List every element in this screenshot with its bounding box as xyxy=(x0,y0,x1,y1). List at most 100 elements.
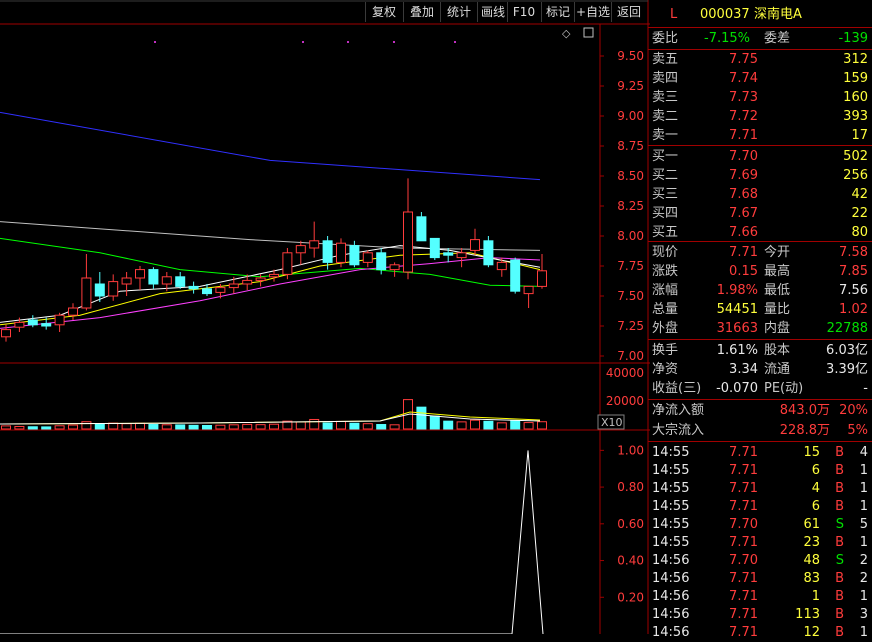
toolbar-separator xyxy=(507,2,508,22)
volume-bar xyxy=(376,424,387,430)
fundamental-value: 3.39亿 xyxy=(826,362,868,377)
volume-bar xyxy=(295,421,306,430)
fundamental-label: 流通 xyxy=(764,362,791,377)
ask-volume: 159 xyxy=(843,71,868,86)
tick-count: 1 xyxy=(859,481,868,496)
stat-value: 0.15 xyxy=(729,264,758,279)
candle-body xyxy=(282,252,293,275)
volume-bar xyxy=(68,424,78,430)
tick-row: 14:56 7.71 83 B 2 xyxy=(648,569,872,588)
bid-row: 买五 7.66 80 xyxy=(648,223,872,242)
ask-volume: 393 xyxy=(843,109,868,124)
bid-volume: 22 xyxy=(851,206,868,221)
fundamental-label: 收益(三) xyxy=(652,381,702,396)
tick-row: 14:56 7.71 1 B 1 xyxy=(648,587,872,606)
volume-bar xyxy=(161,424,172,430)
tick-time: 14:56 xyxy=(652,589,690,604)
tick-volume: 23 xyxy=(803,535,820,550)
tick-row: 14:55 7.71 6 B 1 xyxy=(648,497,872,516)
volume-bar xyxy=(389,424,400,430)
tick-price: 7.70 xyxy=(729,553,758,568)
candle-body xyxy=(27,319,38,326)
stat-value: 22788 xyxy=(826,321,868,336)
candle-body xyxy=(389,264,400,271)
toolbar-separator xyxy=(574,2,575,22)
square-icon[interactable] xyxy=(583,27,594,38)
toolbar-separator xyxy=(365,2,366,22)
volume-bar xyxy=(336,420,346,430)
candle-body xyxy=(523,285,534,295)
toolbar-button-6[interactable]: +自选 xyxy=(575,2,611,22)
flow-label: 大宗流入 xyxy=(652,423,705,438)
candle-body xyxy=(81,277,92,309)
stock-name[interactable]: 深南电A xyxy=(754,5,802,24)
ask-row: 卖四 7.74 159 xyxy=(648,69,872,88)
tick-time: 14:56 xyxy=(652,625,690,640)
volume-axis-label: 20000 xyxy=(606,394,644,408)
candle-body xyxy=(255,277,266,281)
volume-bar xyxy=(27,426,38,430)
kline-chart-area[interactable]: ◇ 9.50 9.25 9.00 8.75 8.50 8.25 8.00 7.75 7.50 7.2… xyxy=(0,0,650,634)
toolbar-separator xyxy=(541,2,542,22)
volume-bar xyxy=(523,422,534,430)
tick-price: 7.71 xyxy=(729,589,758,604)
candle-body xyxy=(215,287,226,293)
stat-label: 涨幅 xyxy=(652,283,679,298)
candle-body xyxy=(54,314,65,326)
toolbar-button-5[interactable]: 标记 xyxy=(542,2,574,22)
candle-body xyxy=(14,321,25,328)
tick-row: 14:55 7.71 15 B 4 xyxy=(648,443,872,462)
indicator-axis-label: 0.60 xyxy=(617,517,644,531)
tick-side: B xyxy=(835,481,844,496)
stock-code[interactable]: 000037 xyxy=(700,5,750,24)
tick-side: S xyxy=(835,517,844,532)
price-axis-label: 7.75 xyxy=(617,259,644,273)
flow-value: 843.0万 xyxy=(779,403,830,418)
tick-row: 14:55 7.71 23 B 1 xyxy=(648,533,872,552)
toolbar-button-7[interactable]: 返回 xyxy=(612,2,646,22)
flow-value: 228.8万 xyxy=(779,423,830,438)
bid-volume: 502 xyxy=(843,149,868,164)
marker-dot xyxy=(454,41,456,43)
ask-label: 卖三 xyxy=(652,90,679,105)
tick-volume: 1 xyxy=(811,589,820,604)
toolbar-button-2[interactable]: 统计 xyxy=(441,2,477,22)
tick-side: B xyxy=(835,535,844,550)
toolbar-button-4[interactable]: F10 xyxy=(508,2,540,22)
candle-body xyxy=(188,285,199,290)
fundamental-value: 1.61% xyxy=(716,343,758,358)
ma-line-gray xyxy=(0,221,541,251)
price-axis-label: 8.25 xyxy=(617,199,644,213)
tick-time: 14:55 xyxy=(652,481,690,496)
volume-bar xyxy=(537,421,547,430)
candle-body xyxy=(416,216,427,242)
volume-bar xyxy=(121,423,132,430)
candle-body xyxy=(68,307,78,316)
tick-count: 3 xyxy=(859,607,868,622)
tick-side: S xyxy=(835,553,844,568)
volume-bar xyxy=(14,425,25,430)
diamond-icon[interactable]: ◇ xyxy=(562,27,571,40)
ask-price: 7.74 xyxy=(729,71,758,86)
tick-count: 2 xyxy=(859,571,868,586)
bid-volume: 42 xyxy=(851,187,868,202)
toolbar-button-0[interactable]: 复权 xyxy=(366,2,402,22)
tick-time: 14:55 xyxy=(652,463,690,478)
stat-value: 31663 xyxy=(716,321,758,336)
ask-price: 7.72 xyxy=(729,109,758,124)
fundamental-value: - xyxy=(863,381,868,396)
tick-count: 4 xyxy=(859,445,868,460)
volume-bar xyxy=(510,420,521,430)
bid-label: 买五 xyxy=(652,225,679,240)
tick-side: B xyxy=(835,625,844,640)
candle-body xyxy=(121,277,132,285)
toolbar-button-1[interactable]: 叠加 xyxy=(404,2,440,22)
volume-bar xyxy=(94,423,105,430)
tick-count: 1 xyxy=(859,535,868,550)
stat-value: 1.98% xyxy=(716,283,758,298)
toolbar-button-3[interactable]: 画线 xyxy=(478,2,508,22)
tick-side: B xyxy=(835,445,844,460)
ask-label: 卖二 xyxy=(652,109,679,124)
tick-side: B xyxy=(835,463,844,478)
fundamental-label: 净资 xyxy=(652,362,679,377)
